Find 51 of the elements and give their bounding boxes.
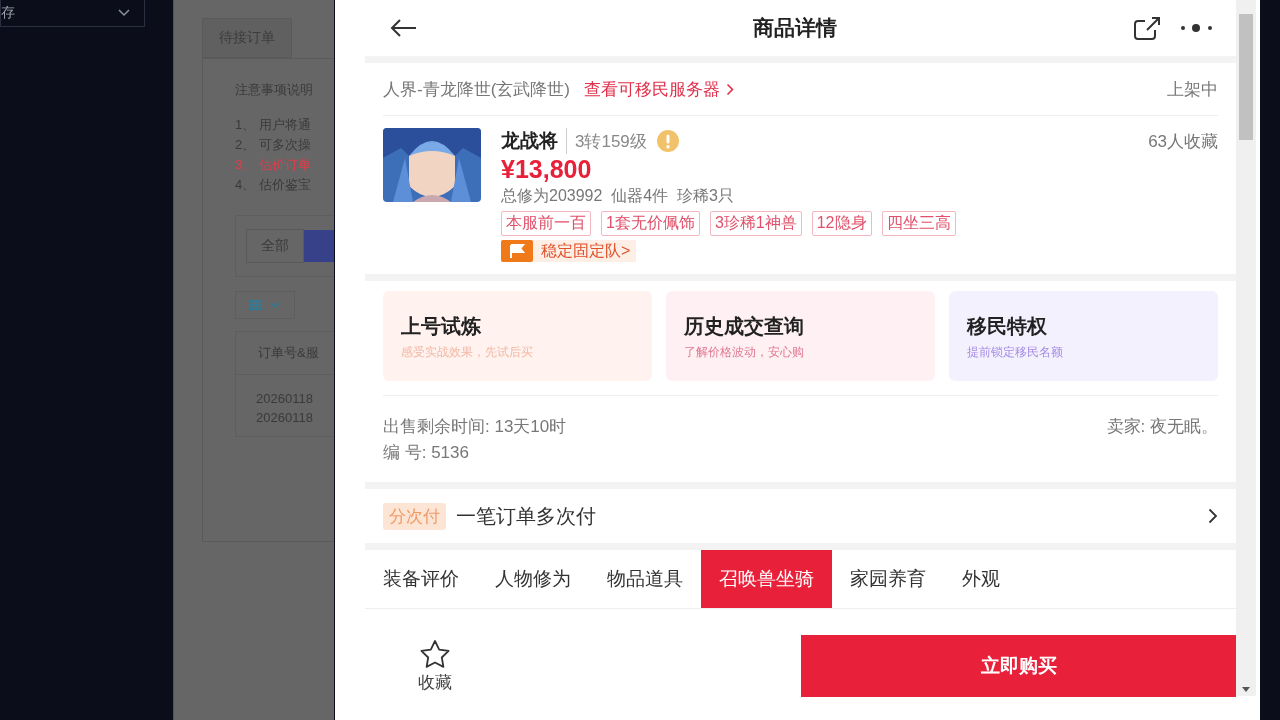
listing-status: 上架中 bbox=[1167, 78, 1219, 101]
scroll-down-icon bbox=[1242, 687, 1251, 692]
tag: 四坐三高 bbox=[881, 211, 956, 236]
feature-card[interactable]: 上号试炼 感受实战效果，先试后买 bbox=[383, 291, 652, 381]
card-subtitle: 提前锁定移民名额 bbox=[967, 344, 1065, 361]
tag: 3珍稀1神兽 bbox=[709, 211, 802, 236]
character-level: 3转159级 bbox=[575, 130, 647, 153]
team-badge[interactable]: 稳定固定队> bbox=[501, 240, 637, 262]
scrollbar[interactable] bbox=[1236, 0, 1256, 696]
grid-icon bbox=[250, 300, 262, 310]
listing-number: 编 号: 5136 bbox=[383, 442, 470, 464]
page-title: 商品详情 bbox=[751, 15, 838, 41]
favorite-button[interactable]: 收藏 bbox=[335, 638, 535, 694]
chevron-down-icon bbox=[118, 9, 130, 17]
more-icon bbox=[1180, 24, 1215, 32]
card-subtitle: 了解价格波动，安心购 bbox=[684, 344, 805, 361]
feature-card[interactable]: 移民特权 提前锁定移民名额 bbox=[949, 291, 1219, 381]
back-arrow-icon bbox=[389, 18, 417, 38]
chevron-right-icon bbox=[1208, 508, 1219, 524]
card-title: 移民特权 bbox=[967, 314, 1049, 339]
installment-tag: 分次付 bbox=[383, 502, 446, 530]
notice-item: 3、 估价订单 bbox=[235, 156, 312, 174]
share-icon bbox=[1132, 15, 1163, 41]
character-name: 龙战将 bbox=[501, 128, 567, 154]
card-title: 历史成交查询 bbox=[684, 314, 805, 339]
sale-time: 出售剩余时间: 13天10时 bbox=[383, 416, 567, 438]
price: ¥13,800 bbox=[501, 154, 593, 184]
tab[interactable]: 召唤兽坐骑 bbox=[701, 550, 832, 608]
chevron-right-icon bbox=[726, 82, 735, 96]
feature-card[interactable]: 历史成交查询 了解价格波动，安心购 bbox=[666, 291, 936, 381]
seller-name: 卖家: 夜无眠。 bbox=[1106, 416, 1219, 438]
card-subtitle: 感受实战效果，先试后买 bbox=[401, 344, 534, 361]
column-selector[interactable] bbox=[235, 291, 295, 319]
card-title: 上号试炼 bbox=[401, 314, 482, 339]
scrollbar-thumb[interactable] bbox=[1239, 14, 1254, 140]
warning-icon bbox=[656, 130, 679, 152]
server-link[interactable]: 查看可移民服务器 bbox=[584, 77, 735, 101]
star-icon bbox=[419, 638, 451, 669]
flag-icon bbox=[501, 240, 533, 262]
tag: 1套无价佩饰 bbox=[601, 211, 700, 236]
favorite-count: 63人收藏 bbox=[1148, 130, 1219, 153]
select-field[interactable]: 存 bbox=[0, 0, 145, 27]
character-stats: 总修为203992 仙器4件 珍稀3只 bbox=[501, 186, 735, 206]
installment-row[interactable]: 分次付 一笔订单多次付 bbox=[365, 489, 1237, 543]
tag: 12隐身 bbox=[811, 211, 872, 236]
buy-button[interactable]: 立即购买 bbox=[801, 635, 1237, 697]
filter-button[interactable] bbox=[304, 230, 334, 262]
chevron-down-icon bbox=[270, 301, 280, 309]
installment-text: 一笔订单多次付 bbox=[456, 503, 597, 529]
server-name: 人界-青龙降世(玄武降世) bbox=[383, 78, 570, 101]
tag: 本服前一百 bbox=[501, 211, 591, 236]
